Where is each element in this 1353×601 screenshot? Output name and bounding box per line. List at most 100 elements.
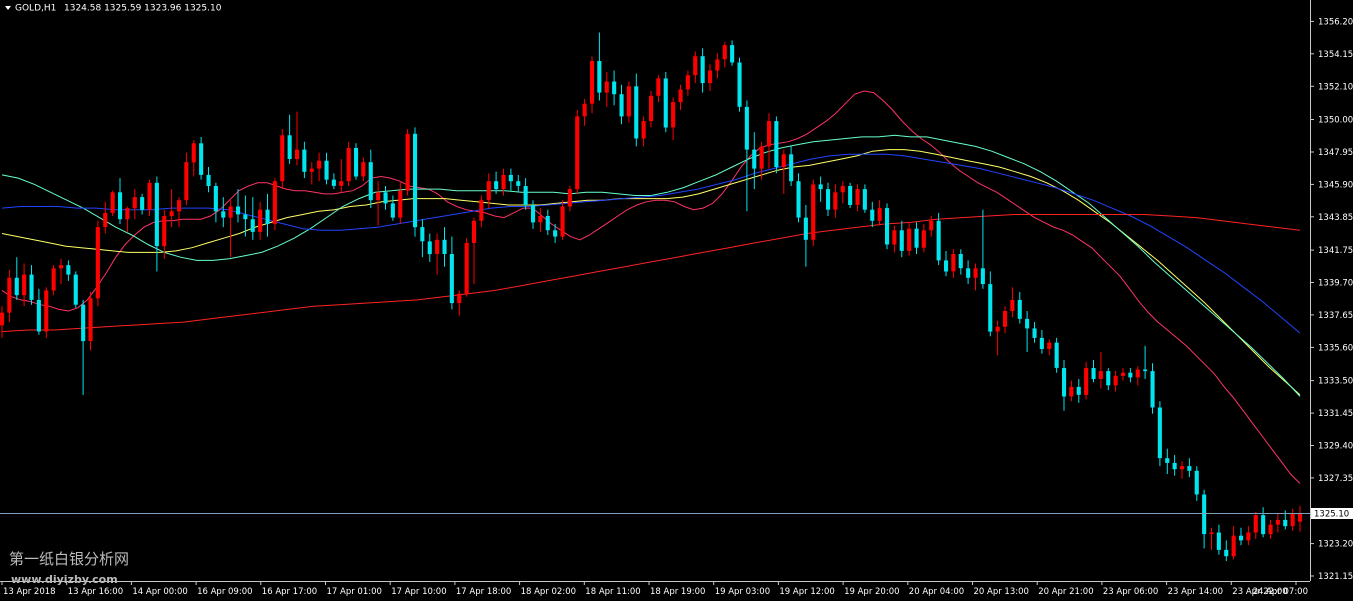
candle-body [1275, 519, 1280, 525]
candle-body [1010, 299, 1015, 311]
candle-body [494, 181, 499, 190]
candle-body [14, 277, 19, 296]
candle-body [1172, 462, 1177, 470]
candle-body [1224, 549, 1229, 557]
candle-body [877, 208, 882, 221]
y-tick-label: 1352.10 [1318, 82, 1353, 92]
candle-body [287, 135, 292, 159]
candle-body [612, 81, 617, 95]
candle-body [132, 197, 137, 209]
candle-body [737, 62, 742, 107]
candle-body [140, 197, 145, 210]
candle-body [634, 86, 639, 139]
candle-body [280, 135, 285, 182]
candle-body [88, 298, 93, 341]
candle-body [870, 209, 875, 221]
candle-body [228, 206, 233, 218]
candle-body [1098, 371, 1103, 379]
candle-body [442, 239, 447, 254]
x-tick-label: 20 Apr 04:00 [909, 587, 964, 597]
candle-body [339, 181, 344, 186]
candle-body [22, 274, 27, 296]
candle [280, 129, 285, 190]
candle-body [708, 70, 713, 84]
candle-body [1069, 386, 1074, 397]
candle-body [641, 121, 646, 139]
price-chart[interactable]: 1356.20 1354.15 1352.10 1350.00 1347.95 1345.… [0, 0, 1353, 601]
candle-body [597, 61, 602, 93]
candle-body [1135, 369, 1140, 378]
candle-body [855, 189, 860, 205]
candle-body [154, 182, 159, 247]
candle-body [1054, 342, 1059, 368]
candle-body [177, 200, 182, 212]
candle-body [206, 174, 211, 186]
candle-body [944, 260, 949, 272]
candle [44, 287, 49, 338]
candle [95, 220, 100, 307]
candle-body [435, 239, 440, 254]
candle-body [1062, 368, 1067, 397]
candle-body [457, 293, 462, 304]
candle-body [1076, 386, 1081, 395]
candle-body [1113, 375, 1118, 386]
candle-body [272, 181, 277, 224]
candle-body [678, 89, 683, 103]
candle-body [501, 174, 506, 190]
candle-body [538, 216, 543, 223]
x-tick-label: 14 Apr 00:00 [132, 587, 187, 597]
candle-body [295, 149, 300, 160]
candle [272, 178, 277, 231]
candle-body [722, 45, 727, 60]
candle-body [553, 230, 558, 237]
candle-body [531, 205, 536, 223]
ohlc-label: 1324.58 1325.59 1323.96 1325.10 [64, 4, 222, 14]
candle-body [479, 200, 484, 221]
x-tick-label: 23 Apr 14:00 [1168, 587, 1223, 597]
candle-body [1239, 535, 1244, 541]
candle-body [575, 116, 580, 190]
candle-body [1268, 524, 1273, 535]
candle-body [560, 206, 565, 237]
y-tick-label: 1356.20 [1318, 17, 1353, 27]
candle-body [309, 168, 314, 172]
candle [413, 127, 418, 237]
candle [1157, 401, 1162, 467]
candle-body [118, 192, 123, 220]
candle-body [250, 219, 255, 232]
candle-body [685, 75, 690, 90]
candle-body [767, 121, 772, 147]
x-tick-label: 18 Apr 11:00 [585, 587, 640, 597]
candle-body [1194, 470, 1199, 495]
y-tick-label: 1329.40 [1318, 442, 1353, 452]
x-tick-label: 19 Apr 03:00 [715, 587, 770, 597]
candle-body [66, 265, 71, 275]
candle-body [1165, 458, 1170, 463]
candle-body [803, 217, 808, 240]
candle-body [486, 181, 491, 201]
candle-body [184, 162, 189, 201]
candle [354, 143, 359, 180]
x-tick-label: 18 Apr 19:00 [650, 587, 705, 597]
candle [405, 129, 410, 196]
candle-body [73, 274, 78, 305]
candle-body [973, 268, 978, 278]
candle-body [317, 160, 322, 169]
candle-body [774, 121, 779, 167]
y-tick-label: 1341.75 [1318, 246, 1353, 256]
candle-body [1253, 515, 1258, 533]
candle-body [508, 174, 513, 182]
candle-body [604, 81, 609, 93]
x-tick-label: 24 Apr 07:00 [1253, 587, 1308, 597]
candle-body [744, 106, 749, 150]
price-tag-label: 1325.10 [1314, 510, 1349, 520]
candle-body [936, 220, 941, 261]
candle-body [44, 290, 49, 332]
candle-body [1017, 299, 1022, 319]
price-tag: 1325.10 [1311, 508, 1353, 520]
candle-body [324, 160, 329, 180]
candle-body [1209, 532, 1214, 535]
candle-body [1106, 371, 1111, 386]
x-tick-label: 13 Apr 2018 [3, 587, 56, 597]
candle-body [413, 133, 418, 228]
